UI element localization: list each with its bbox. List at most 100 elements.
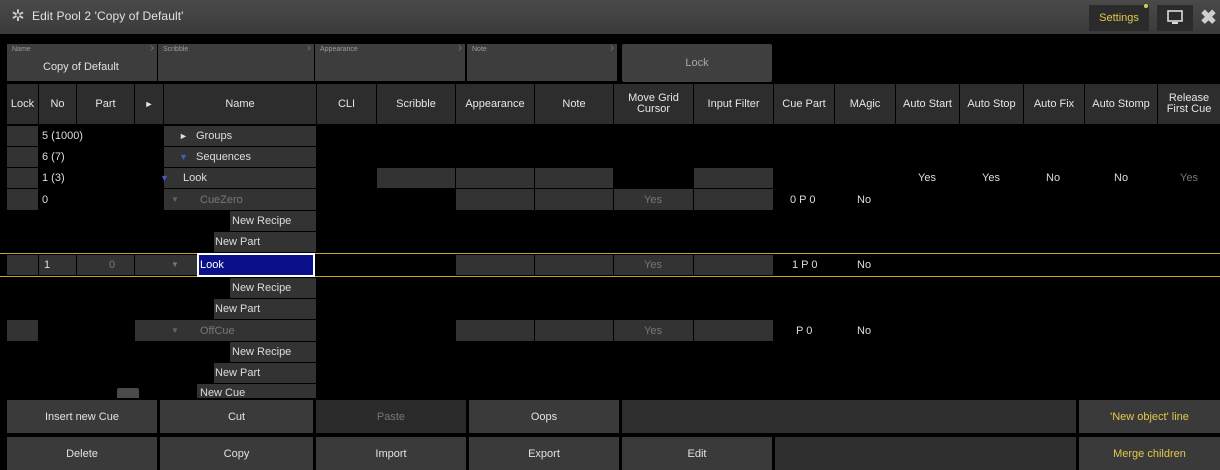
lock-cell[interactable] (7, 168, 38, 188)
insert-new-cue-button[interactable]: Insert new Cue (7, 400, 157, 433)
look-seq-name: Look (183, 172, 207, 184)
cut-button[interactable]: Cut (160, 400, 313, 433)
note-field-label: Note (472, 46, 487, 53)
edit-button[interactable]: Edit (622, 437, 772, 470)
corner-icon (456, 45, 462, 51)
auto-start-value[interactable]: Yes (918, 172, 936, 184)
window-title: Edit Pool 2 'Copy of Default' (32, 9, 184, 23)
tree-indent-cell[interactable] (135, 255, 197, 275)
look-seq-no: 1 (3) (42, 172, 65, 184)
auto-stomp-value[interactable]: No (1114, 172, 1128, 184)
expanded-arrow-icon[interactable]: ▼ (171, 195, 179, 204)
lock-cell[interactable] (7, 147, 38, 167)
expanded-arrow-icon[interactable]: ▼ (160, 173, 169, 183)
column-input-filter[interactable]: Input Filter (694, 84, 773, 124)
column-auto-stop[interactable]: Auto Stop (960, 84, 1023, 124)
appearance-cell[interactable] (456, 168, 534, 188)
magic-value[interactable]: No (857, 194, 871, 206)
column-magic[interactable]: MAgic (835, 84, 895, 124)
new-object-line-button[interactable]: 'New object' line (1079, 400, 1220, 433)
column-no[interactable]: No (39, 84, 76, 124)
column-cue-part[interactable]: Cue Part (774, 84, 834, 124)
gear-icon[interactable]: ✲ (9, 8, 27, 26)
scribble-field-label: Scribble (163, 46, 189, 53)
sequences-name: Sequences (196, 151, 252, 163)
note-cell[interactable] (535, 189, 613, 210)
settings-indicator (1144, 4, 1148, 8)
delete-button[interactable]: Delete (7, 437, 157, 470)
expanded-arrow-icon[interactable]: ▼ (179, 152, 188, 162)
scroll-handle[interactable] (117, 388, 139, 398)
move-grid-value: Yes (644, 325, 662, 337)
oops-button[interactable]: Oops (469, 400, 619, 433)
cuezero-no: 0 (42, 194, 49, 206)
note-cell[interactable] (535, 255, 613, 275)
lock-cell[interactable] (7, 126, 38, 146)
column-note[interactable]: Note (535, 84, 613, 124)
expand-all-icon[interactable]: ► (135, 84, 163, 124)
import-button[interactable]: Import (316, 437, 466, 470)
appearance-field[interactable]: Appearance (315, 44, 465, 81)
scribble-field[interactable]: Scribble (158, 44, 314, 81)
cue1-no: 1 (44, 259, 51, 271)
column-auto-start[interactable]: Auto Start (896, 84, 959, 124)
lock-cell[interactable] (7, 255, 38, 275)
settings-button[interactable]: Settings (1089, 5, 1149, 31)
column-appearance[interactable]: Appearance (456, 84, 534, 124)
paste-button[interactable]: Paste (316, 400, 466, 433)
column-release-first-cue[interactable]: Release First Cue (1158, 84, 1220, 124)
cue-part-value[interactable]: P 0 (796, 325, 812, 337)
note-field[interactable]: Note (467, 44, 617, 81)
input-filter-cell[interactable] (694, 320, 773, 341)
lock-button[interactable]: Lock (622, 44, 772, 82)
lock-cell[interactable] (7, 189, 38, 210)
input-filter-cell[interactable] (694, 168, 773, 188)
column-lock[interactable]: Lock (7, 84, 38, 124)
column-cli[interactable]: CLI (317, 84, 376, 124)
column-auto-fix[interactable]: Auto Fix (1024, 84, 1084, 124)
input-filter-cell[interactable] (694, 189, 773, 210)
selection-top-line (0, 253, 1220, 254)
cue-part-value[interactable]: 1 P 0 (792, 259, 818, 271)
magic-value[interactable]: No (857, 259, 871, 271)
column-part[interactable]: Part (77, 84, 134, 124)
name-field[interactable]: Name Copy of Default (7, 44, 157, 81)
empty-button-slot (775, 437, 1076, 470)
lock-cell[interactable] (7, 320, 38, 341)
column-auto-stomp[interactable]: Auto Stomp (1085, 84, 1157, 124)
appearance-cell[interactable] (456, 189, 534, 210)
input-filter-cell[interactable] (694, 255, 773, 275)
corner-icon (148, 45, 154, 51)
column-scribble[interactable]: Scribble (377, 84, 455, 124)
appearance-field-label: Appearance (320, 46, 358, 53)
auto-stop-value[interactable]: Yes (982, 172, 1000, 184)
expanded-arrow-icon[interactable]: ▼ (171, 260, 179, 269)
merge-children-button[interactable]: Merge children (1079, 437, 1220, 470)
note-cell[interactable] (535, 320, 613, 341)
sequences-no: 6 (7) (42, 151, 65, 163)
cue-part-value[interactable]: 0 P 0 (790, 194, 816, 206)
display-button[interactable] (1157, 5, 1193, 31)
export-button[interactable]: Export (469, 437, 619, 470)
release-first-cue-value[interactable]: Yes (1180, 172, 1198, 184)
part-cell[interactable] (77, 255, 134, 275)
new-part-label: New Part (215, 367, 261, 379)
corner-icon (608, 45, 614, 51)
auto-fix-value[interactable]: No (1046, 172, 1060, 184)
copy-button[interactable]: Copy (160, 437, 313, 470)
appearance-cell[interactable] (456, 255, 534, 275)
expanded-arrow-icon[interactable]: ▼ (171, 326, 179, 335)
new-recipe-label: New Recipe (232, 215, 292, 227)
new-part-label: New Part (215, 303, 261, 315)
collapsed-arrow-icon[interactable]: ► (179, 131, 188, 141)
magic-value[interactable]: No (857, 325, 871, 337)
appearance-cell[interactable] (456, 320, 534, 341)
scribble-cell[interactable] (377, 168, 455, 188)
cue1-part: 0 (109, 259, 116, 271)
move-grid-value: Yes (644, 194, 662, 206)
close-icon[interactable]: ✖ (1197, 5, 1220, 31)
column-move-grid-cursor[interactable]: Move Grid Cursor (614, 84, 693, 124)
note-cell[interactable] (535, 168, 613, 188)
corner-icon (305, 45, 311, 51)
column-name[interactable]: Name (164, 84, 316, 124)
